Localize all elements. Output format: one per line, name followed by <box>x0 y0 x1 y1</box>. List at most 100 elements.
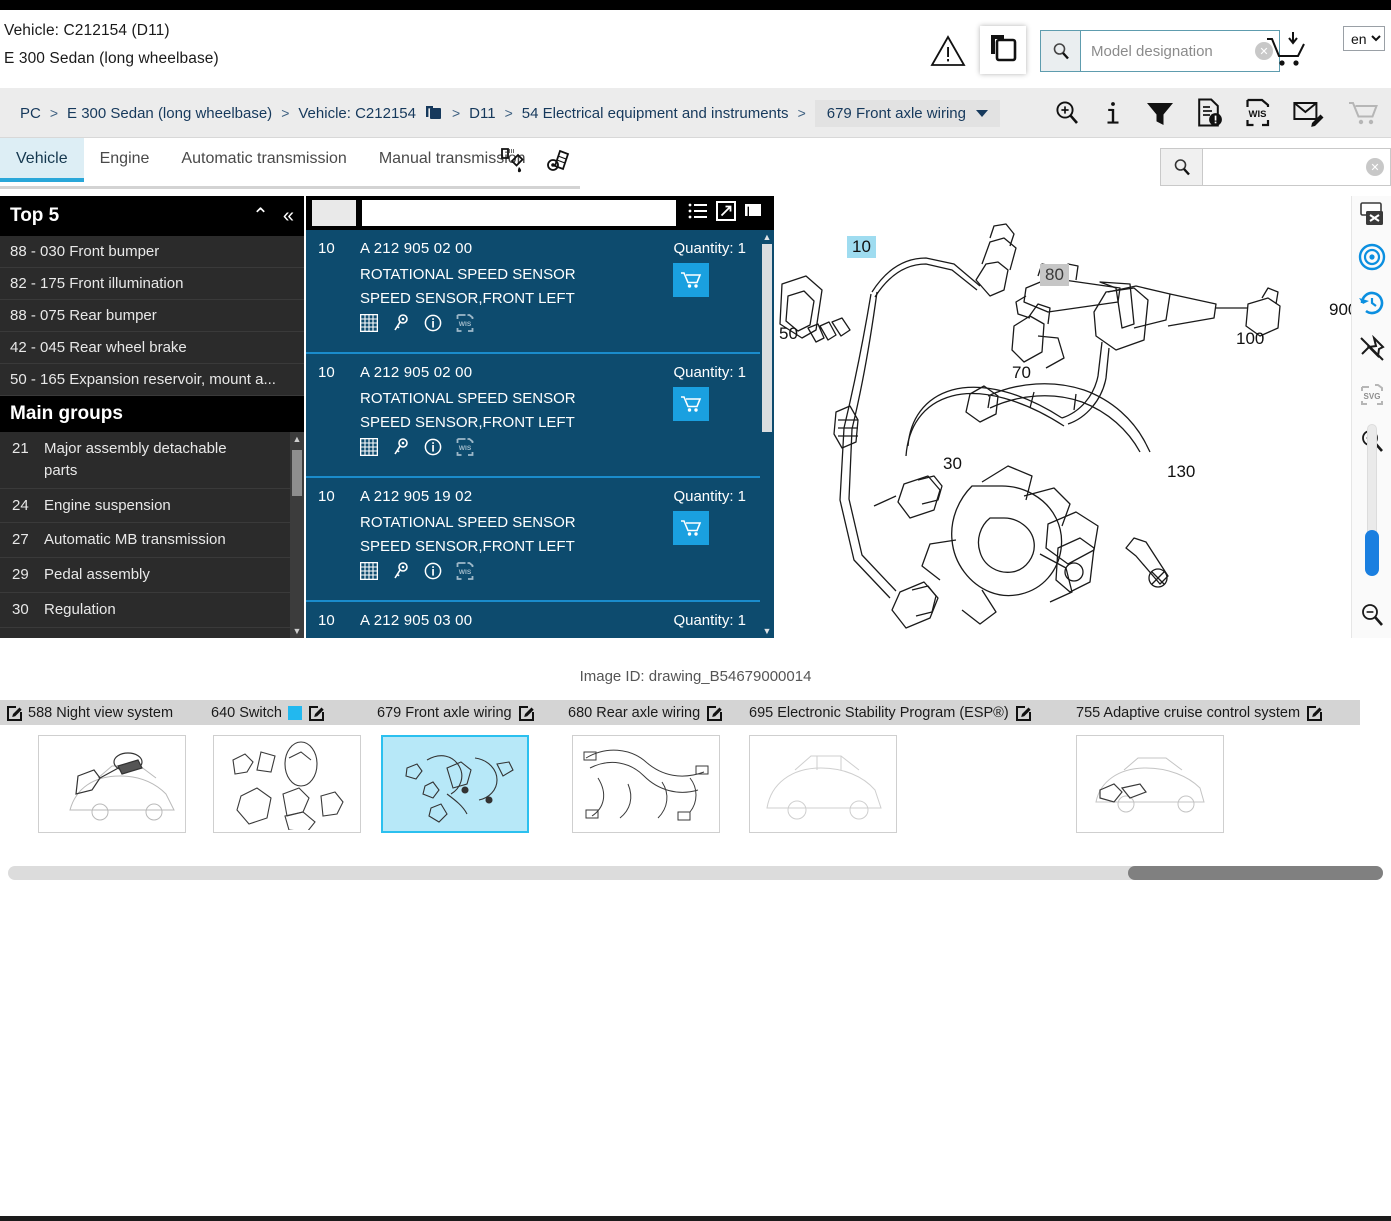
key-icon[interactable] <box>392 438 410 461</box>
table-row[interactable]: 10 A 212 905 03 00 Quantity: 1 <box>306 602 774 638</box>
filter-funnel-icon[interactable] <box>1145 99 1175 127</box>
top5-item-1[interactable]: 82 - 175 Front illumination <box>0 268 304 300</box>
zoom-slider-thumb[interactable] <box>1365 530 1379 576</box>
thumbnail-strip[interactable]: 588 Night view system 640 Switch 679 Fro… <box>0 700 1391 834</box>
scroll-down-icon[interactable]: ▼ <box>290 624 304 638</box>
main-group-item-27[interactable]: 27 Automatic MB transmission <box>0 523 304 558</box>
thumbnail-cell-640[interactable]: 640 Switch <box>205 700 371 834</box>
table-icon[interactable] <box>359 561 379 585</box>
expand-icon[interactable] <box>716 200 736 226</box>
info-circle-icon[interactable] <box>424 438 442 461</box>
table-row[interactable]: 10 A 212 905 19 02 ROTATIONAL SPEED SENS… <box>306 478 774 602</box>
edit-pencil-icon[interactable] <box>518 705 534 721</box>
unpin-icon[interactable] <box>1352 326 1391 372</box>
callout-50[interactable]: 50 <box>779 324 798 344</box>
document-alert-icon[interactable] <box>1197 98 1223 128</box>
wis-icon[interactable]: WIS <box>456 313 474 338</box>
top5-item-4[interactable]: 50 - 165 Expansion reservoir, mount a... <box>0 364 304 396</box>
zoom-in-search-icon[interactable] <box>1053 99 1081 127</box>
main-groups-scrollbar[interactable]: ▲ ▼ <box>290 432 304 638</box>
copy-documents-button[interactable] <box>980 26 1026 74</box>
table-row[interactable]: 10 A 212 905 02 00 ROTATIONAL SPEED SENS… <box>306 354 774 478</box>
thumbnail-image[interactable] <box>38 735 186 833</box>
key-icon[interactable] <box>392 562 410 585</box>
top5-item-0[interactable]: 88 - 030 Front bumper <box>0 236 304 268</box>
edit-pencil-icon[interactable] <box>1306 705 1323 721</box>
clear-x-icon[interactable]: ✕ <box>1366 158 1384 176</box>
history-reset-icon[interactable] <box>1352 280 1391 326</box>
parts-scrollbar[interactable]: ▲ ▼ <box>760 230 774 638</box>
edit-pencil-icon[interactable] <box>1015 705 1031 721</box>
thumbnail-cell-679[interactable]: 679 Front axle wiring <box>371 700 562 834</box>
edit-pencil-icon[interactable] <box>6 705 22 721</box>
wis-icon[interactable]: WIS <box>456 561 474 586</box>
thumbnail-image[interactable] <box>749 735 897 833</box>
edit-pencil-icon[interactable] <box>706 705 723 721</box>
top5-item-3[interactable]: 42 - 045 Rear wheel brake <box>0 332 304 364</box>
tab-engine[interactable]: Engine <box>84 138 166 182</box>
main-group-item-21[interactable]: 21 Major assembly detachable parts <box>0 432 304 489</box>
scrollbar-thumb[interactable] <box>292 450 302 496</box>
breadcrumb-copy-icon[interactable] <box>425 104 443 122</box>
scrollbar-thumb[interactable] <box>1128 866 1383 880</box>
breadcrumb-item-group[interactable]: 54 Electrical equipment and instruments <box>522 105 789 122</box>
main-group-item-24[interactable]: 24 Engine suspension <box>0 489 304 524</box>
scrollbar-thumb[interactable] <box>762 244 772 432</box>
wis-icon[interactable]: WIS <box>456 437 474 462</box>
chevron-up-icon[interactable]: ⌃ <box>252 206 269 226</box>
scroll-down-icon[interactable]: ▼ <box>760 624 774 638</box>
cart-icon[interactable] <box>673 263 710 297</box>
note-tag-icon[interactable] <box>287 705 302 720</box>
cart-icon[interactable] <box>673 511 710 545</box>
language-select[interactable]: en <box>1343 26 1385 51</box>
list-view-icon[interactable] <box>688 202 708 225</box>
main-group-item-32[interactable]: 32 Springs, suspension and <box>0 628 304 639</box>
model-designation-input[interactable] <box>1081 31 1279 71</box>
copy-icon[interactable] <box>744 201 764 226</box>
table-icon[interactable] <box>359 437 379 461</box>
zoom-out-icon[interactable] <box>1352 592 1391 638</box>
callout-80[interactable]: 80 <box>1040 264 1069 286</box>
add-to-cart-icon[interactable] <box>1262 30 1310 72</box>
horizontal-scrollbar[interactable] <box>8 866 1383 880</box>
callout-130[interactable]: 130 <box>1167 462 1195 482</box>
table-row[interactable]: 10 A 212 905 02 00 ROTATIONAL SPEED SENS… <box>306 230 774 354</box>
wis-document-icon[interactable]: WIS <box>1245 98 1271 128</box>
model-designation-search[interactable]: ✕ <box>1040 30 1280 72</box>
info-icon[interactable] <box>1103 99 1123 127</box>
parts-search-field[interactable] <box>362 200 676 226</box>
shopping-cart-icon[interactable] <box>1347 99 1379 127</box>
parts-position-filter[interactable] <box>312 200 356 226</box>
table-icon[interactable] <box>359 313 379 337</box>
svg-export-icon[interactable]: SVG <box>1352 372 1391 418</box>
thumbnail-image[interactable] <box>1076 735 1224 833</box>
mail-edit-icon[interactable] <box>1293 99 1325 127</box>
cart-icon[interactable] <box>673 387 710 421</box>
scroll-up-icon[interactable]: ▲ <box>760 230 774 244</box>
parts-list[interactable]: 10 A 212 905 02 00 ROTATIONAL SPEED SENS… <box>306 230 774 638</box>
target-circle-icon[interactable] <box>1352 234 1391 280</box>
close-window-icon[interactable] <box>1352 196 1391 234</box>
callout-100[interactable]: 100 <box>1236 329 1264 349</box>
fastener-icon[interactable] <box>546 147 576 182</box>
paint-color-icon[interactable] <box>498 147 528 182</box>
search-icon[interactable] <box>1161 149 1203 185</box>
warning-triangle-icon[interactable] <box>930 34 966 68</box>
thumbnail-cell-695[interactable]: 695 Electronic Stability Program (ESP®) <box>743 700 1070 834</box>
breadcrumb-item-pc[interactable]: PC <box>20 105 41 122</box>
thumbnail-image[interactable] <box>213 735 361 833</box>
breadcrumb-current-dropdown[interactable]: 679 Front axle wiring <box>814 99 1000 127</box>
thumbnail-image-selected[interactable] <box>381 735 529 833</box>
top5-item-2[interactable]: 88 - 075 Rear bumper <box>0 300 304 332</box>
thumbnail-cell-680[interactable]: 680 Rear axle wiring <box>562 700 743 834</box>
key-icon[interactable] <box>392 314 410 337</box>
drawing-panel[interactable]: 10 80 50 70 900 100 30 130 SVG <box>776 196 1391 638</box>
scroll-up-icon[interactable]: ▲ <box>290 432 304 446</box>
thumbnail-image[interactable] <box>572 735 720 833</box>
thumbnail-cell-588[interactable]: 588 Night view system <box>0 700 205 834</box>
callout-70[interactable]: 70 <box>1012 363 1031 383</box>
edit-pencil-icon[interactable] <box>308 705 324 721</box>
callout-30[interactable]: 30 <box>943 454 962 474</box>
breadcrumb-item-d11[interactable]: D11 <box>469 105 495 122</box>
tab-vehicle[interactable]: Vehicle <box>0 138 84 182</box>
